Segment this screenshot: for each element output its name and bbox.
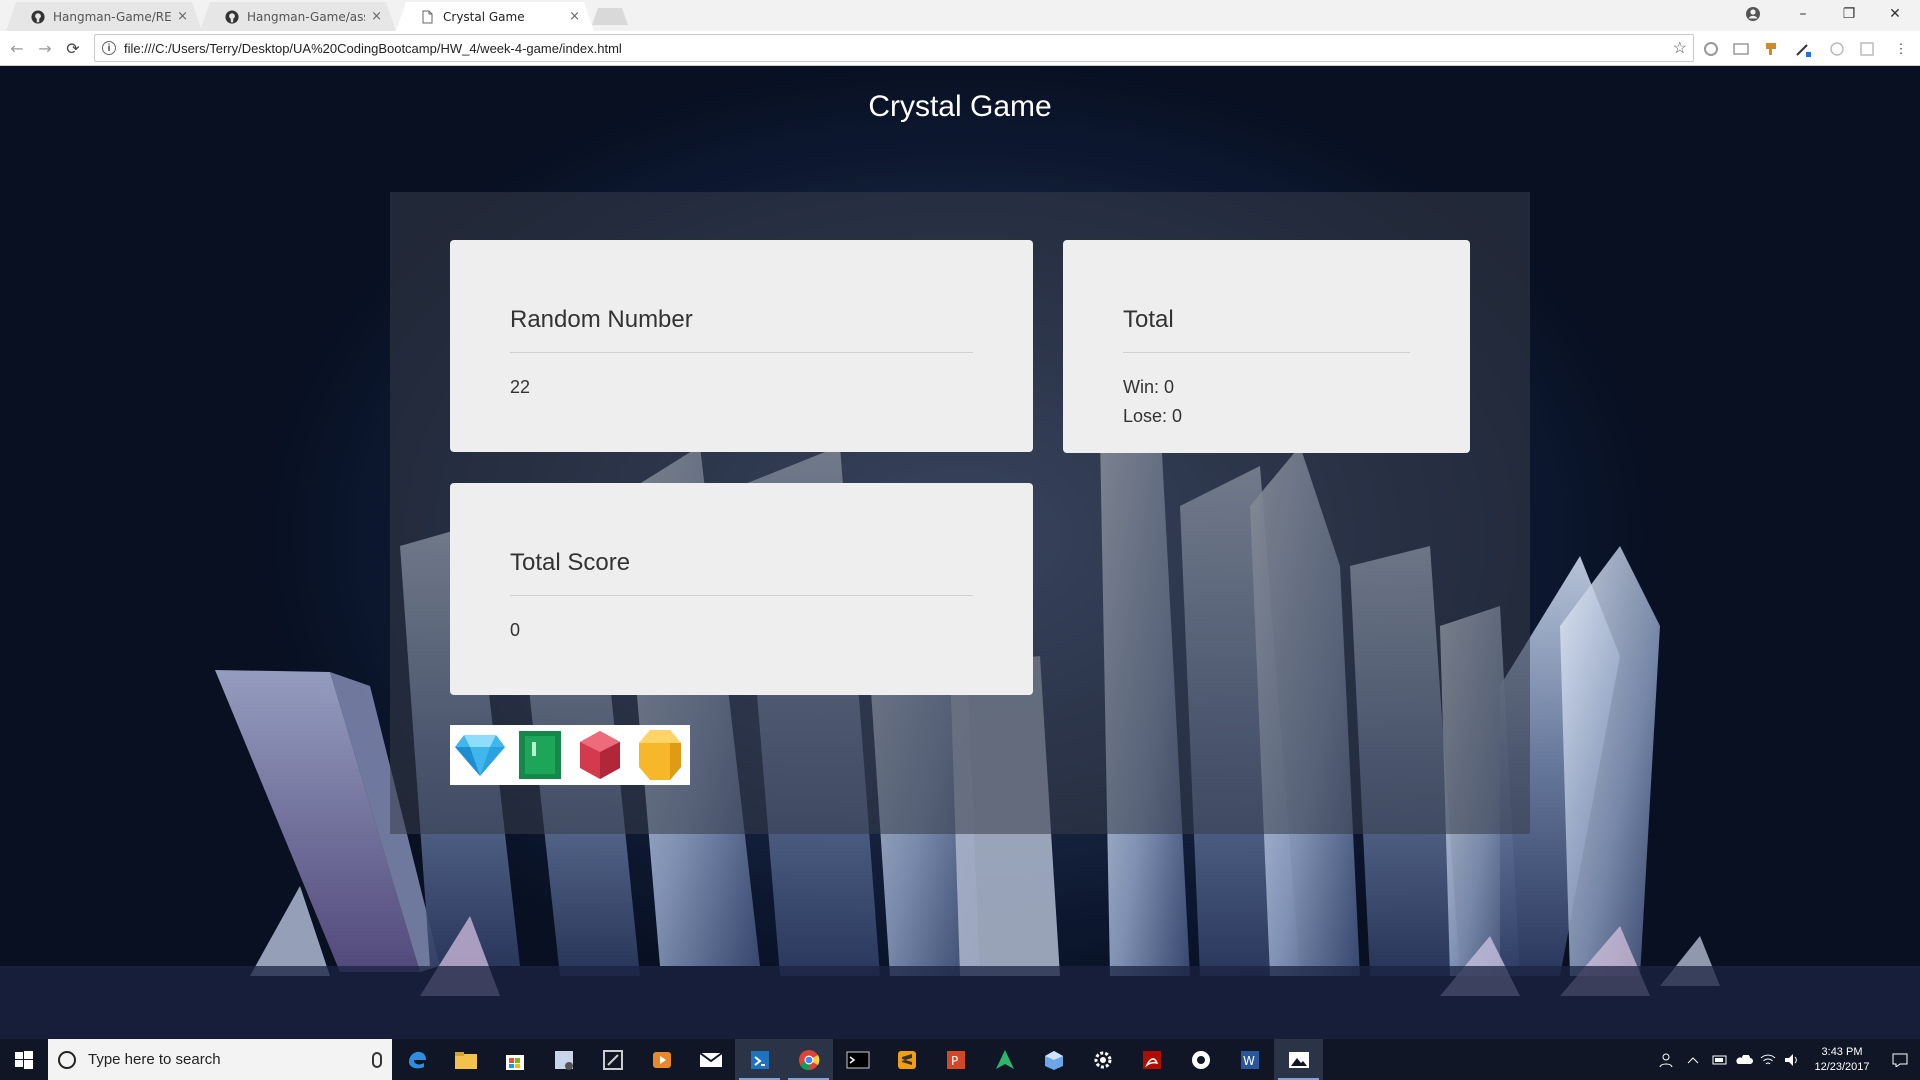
random-number-card: Random Number 22 (450, 240, 1033, 452)
github-icon (224, 9, 239, 24)
svg-text:W: W (1243, 1054, 1255, 1068)
tab-title: Hangman-Game/assets/ (247, 9, 364, 24)
browser-toolbar: ← → ⟳ i file:///C:/Users/Terry/Desktop/U… (0, 31, 1920, 66)
microphone-icon[interactable] (372, 1051, 382, 1068)
photos-icon[interactable] (1274, 1039, 1323, 1080)
browser-tab-strip: Hangman-Game/READM × Hangman-Game/assets… (0, 0, 1920, 31)
word-icon[interactable]: W (1225, 1039, 1274, 1080)
cube-app-icon[interactable] (1029, 1039, 1078, 1080)
close-tab-icon[interactable]: × (569, 9, 580, 24)
tab-hangman-assets[interactable]: Hangman-Game/assets/ × (200, 2, 396, 31)
restore-button[interactable]: ❐ (1826, 0, 1872, 28)
tab-hangman-readme[interactable]: Hangman-Game/READM × (6, 2, 202, 31)
vmware-icon[interactable] (588, 1039, 637, 1080)
forward-button[interactable]: → (34, 37, 56, 59)
extension-icon[interactable] (1828, 40, 1846, 58)
edge-icon[interactable] (392, 1039, 441, 1080)
diamond-icon (455, 735, 505, 776)
tab-title: Hangman-Game/READM (53, 9, 172, 24)
address-bar[interactable]: i file:///C:/Users/Terry/Desktop/UA%20Co… (94, 34, 1694, 62)
clock-time: 3:43 PM (1821, 1045, 1863, 1058)
random-number-value: 22 (510, 377, 531, 397)
mail-icon[interactable] (686, 1039, 735, 1080)
tab-title: Crystal Game (443, 9, 525, 24)
page-icon (420, 9, 435, 24)
new-tab-button[interactable] (592, 8, 628, 25)
settings-gear-icon[interactable] (1078, 1039, 1127, 1080)
yellow-topaz-crystal-button[interactable] (630, 725, 690, 785)
menu-icon[interactable]: ⋮ (1892, 40, 1910, 58)
network-app-icon[interactable] (539, 1039, 588, 1080)
windows-taskbar: Type here to search P W 3:43 PM 12/23/20… (0, 1039, 1920, 1080)
powerpoint-icon[interactable]: P (931, 1039, 980, 1080)
page-title: Crystal Game (868, 90, 1052, 123)
acrobat-icon[interactable] (1127, 1039, 1176, 1080)
media-player-icon[interactable] (637, 1039, 686, 1080)
system-tray: 3:43 PM 12/23/2017 (1654, 1039, 1920, 1080)
topaz-icon (639, 730, 681, 780)
red-ruby-crystal-button[interactable] (570, 725, 630, 785)
total-score-value: 0 (510, 620, 521, 640)
taskbar-search-box[interactable]: Type here to search (48, 1039, 392, 1080)
wifi-icon[interactable] (1756, 1039, 1780, 1080)
store-icon[interactable] (490, 1039, 539, 1080)
tab-crystal-game[interactable]: Crystal Game × (396, 2, 594, 31)
people-icon[interactable] (1654, 1039, 1678, 1080)
terminal-icon[interactable] (833, 1039, 882, 1080)
random-number-heading: Random Number (510, 240, 973, 353)
chevron-up-icon[interactable] (1678, 1039, 1708, 1080)
back-button[interactable]: ← (6, 37, 28, 59)
reload-button[interactable]: ⟳ (62, 37, 84, 59)
file-explorer-icon[interactable] (441, 1039, 490, 1080)
address-url[interactable]: file:///C:/Users/Terry/Desktop/UA%20Codi… (124, 41, 1673, 56)
extension-icon[interactable] (1762, 40, 1780, 58)
sublime-text-icon[interactable] (882, 1039, 931, 1080)
total-score-card: Total Score 0 (450, 483, 1033, 695)
search-placeholder: Type here to search (88, 1051, 221, 1068)
crystal-buttons (450, 725, 690, 785)
volume-icon[interactable] (1780, 1039, 1804, 1080)
blue-diamond-crystal-button[interactable] (450, 725, 510, 785)
bookmark-star-icon[interactable]: ☆ (1673, 38, 1687, 58)
profile-icon[interactable] (1744, 5, 1762, 23)
taskbar-clock[interactable]: 3:43 PM 12/23/2017 (1804, 1045, 1880, 1075)
close-tab-icon[interactable]: × (177, 9, 188, 24)
windows-logo-icon (15, 1050, 33, 1069)
github-icon (30, 9, 45, 24)
total-heading: Total (1123, 240, 1410, 353)
onedrive-icon[interactable] (1732, 1039, 1756, 1080)
total-score-heading: Total Score (510, 483, 973, 596)
extension-icon[interactable] (1858, 40, 1876, 58)
ruby-icon (580, 731, 620, 779)
extension-icon[interactable] (1794, 40, 1812, 58)
vscode-icon[interactable] (735, 1039, 784, 1080)
start-button[interactable] (0, 1039, 48, 1080)
clock-date: 12/23/2017 (1814, 1060, 1870, 1073)
green-emerald-crystal-button[interactable] (510, 725, 570, 785)
battery-icon[interactable] (1708, 1039, 1732, 1080)
extension-icon[interactable] (1702, 40, 1720, 58)
losses-count: Lose: 0 (1123, 406, 1183, 426)
wins-count: Win: 0 (1123, 377, 1175, 397)
close-tab-icon[interactable]: × (371, 9, 382, 24)
notifications-icon[interactable] (1880, 1039, 1920, 1080)
chrome-icon[interactable] (784, 1039, 833, 1080)
info-icon[interactable]: i (102, 41, 116, 55)
extension-icon[interactable] (1732, 40, 1750, 58)
minimize-button[interactable]: – (1780, 0, 1826, 28)
cortana-icon (58, 1050, 76, 1069)
total-card: Total Win: 0 Lose: 0 (1063, 240, 1470, 453)
close-window-button[interactable]: ✕ (1872, 0, 1918, 28)
circle-app-icon[interactable] (1176, 1039, 1225, 1080)
svg-text:P: P (951, 1054, 958, 1068)
emerald-icon (519, 731, 561, 779)
green-app-icon[interactable] (980, 1039, 1029, 1080)
page-viewport: Crystal Game Random Number 22 Total Win:… (0, 66, 1920, 1039)
